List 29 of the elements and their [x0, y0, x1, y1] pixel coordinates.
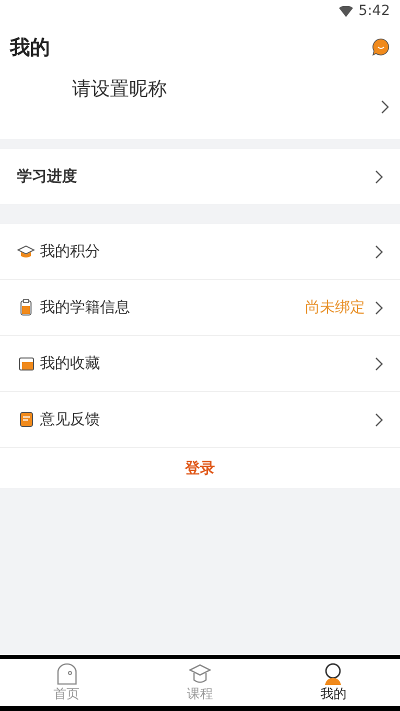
- chevron-icon: [381, 100, 390, 114]
- row-label: 我的积分: [40, 242, 101, 261]
- wifi-icon: [338, 6, 353, 16]
- graduation-cap-icon: [188, 662, 211, 684]
- row-label: 意见反馈: [40, 410, 101, 429]
- home-icon: [56, 662, 78, 684]
- chevron-icon: [375, 300, 384, 314]
- login-button[interactable]: 登录: [179, 456, 221, 480]
- page-title: 我的: [10, 34, 50, 60]
- chevron-icon: [375, 170, 384, 184]
- chat-bubble-icon[interactable]: [372, 38, 390, 56]
- menu-row[interactable]: 我的收藏: [0, 336, 400, 392]
- menu-row[interactable]: 我的积分: [0, 224, 400, 280]
- chevron-icon: [375, 356, 384, 370]
- row-value: 尚未绑定: [305, 298, 365, 317]
- row-label: 我的学籍信息: [40, 298, 131, 317]
- menu-row[interactable]: 意见反馈: [0, 392, 400, 448]
- clock-time: 5:42: [358, 3, 390, 19]
- clipboard-icon: [20, 299, 32, 316]
- row-label: 学习进度: [17, 167, 78, 186]
- row-label: 我的收藏: [40, 354, 101, 373]
- folder-icon: [18, 356, 34, 370]
- chevron-icon: [375, 412, 384, 426]
- note-icon: [20, 412, 32, 427]
- graduation-cap-icon: [17, 244, 35, 258]
- progress-row[interactable]: 学习进度: [0, 149, 400, 204]
- menu-row[interactable]: 我的学籍信息 尚未绑定: [0, 280, 400, 336]
- chevron-icon: [375, 244, 384, 258]
- nav-tab[interactable]: 我的: [266, 659, 400, 706]
